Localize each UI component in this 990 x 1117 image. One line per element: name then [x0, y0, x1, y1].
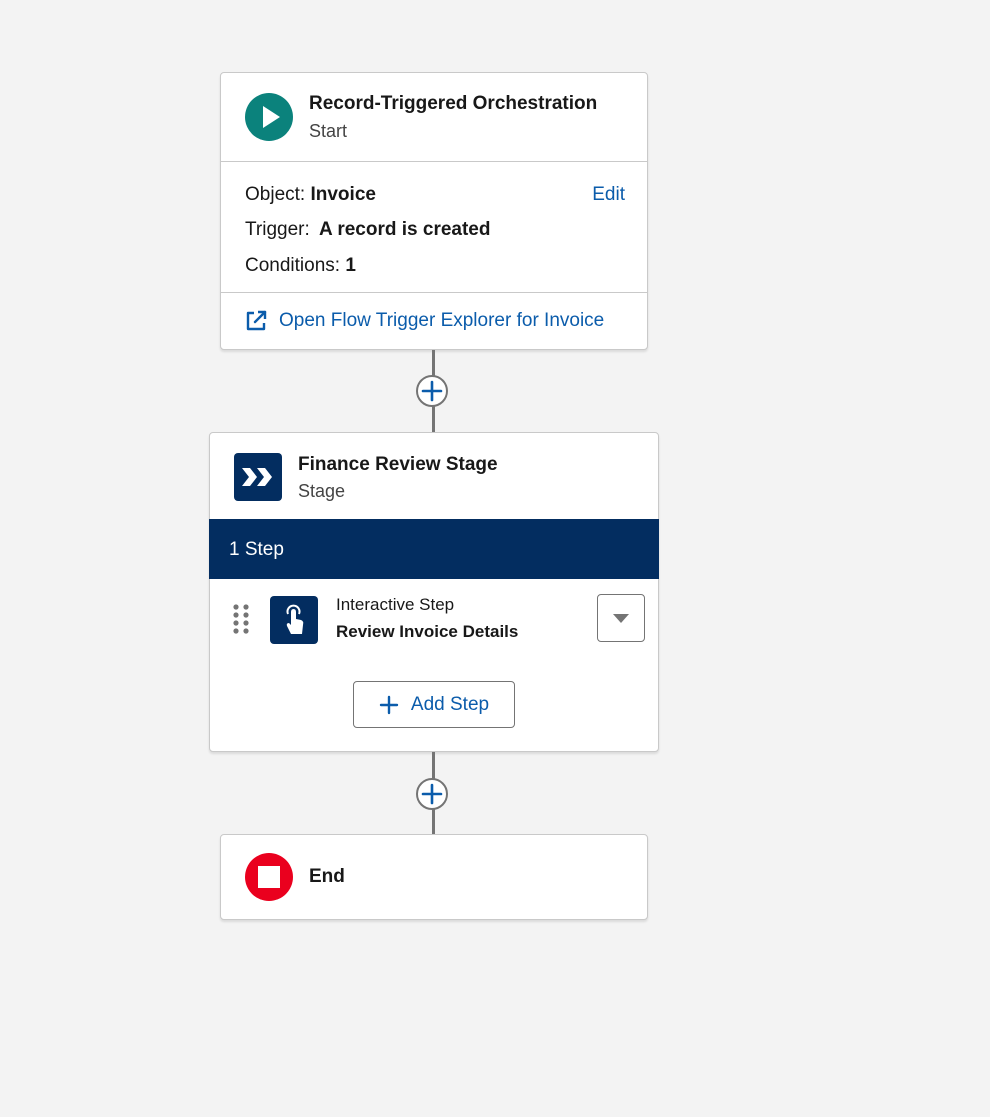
plus-icon: [421, 380, 443, 402]
start-card-subtitle: Start: [309, 121, 348, 141]
edit-link[interactable]: Edit: [592, 184, 625, 206]
touch-hand-icon: [270, 596, 318, 644]
chevron-down-icon: [613, 614, 629, 623]
add-step-button[interactable]: Add Step: [353, 681, 515, 728]
stage-subtitle: Stage: [298, 481, 346, 501]
add-element-button[interactable]: [416, 375, 448, 407]
stop-icon: [245, 853, 293, 901]
start-card-header: Record-Triggered Orchestration Start: [221, 73, 647, 162]
play-icon: [245, 93, 293, 141]
step-name: Review Invoice Details: [336, 622, 519, 641]
end-title: End: [309, 866, 345, 887]
start-card-title: Record-Triggered Orchestration: [309, 93, 598, 114]
trigger-label: Trigger:: [245, 219, 310, 240]
stage-element-card[interactable]: Finance Review Stage Stage 1 Step Intera…: [209, 432, 659, 752]
conditions-value: 1: [345, 255, 356, 276]
add-element-button[interactable]: [416, 778, 448, 810]
step-item[interactable]: Interactive Step Review Invoice Details: [210, 593, 658, 645]
add-step-label: Add Step: [410, 693, 490, 715]
object-value: Invoice: [310, 184, 376, 205]
end-element-card[interactable]: End: [220, 834, 648, 920]
step-actions-menu-button[interactable]: [597, 594, 645, 642]
plus-icon: [379, 695, 399, 714]
step-type: Interactive Step: [336, 595, 455, 614]
step-count-bar: 1 Step: [209, 519, 659, 579]
start-element-card[interactable]: Record-Triggered Orchestration Start Obj…: [220, 72, 648, 350]
explorer-link-label: Open Flow Trigger Explorer for Invoice: [279, 310, 605, 331]
plus-icon: [421, 783, 443, 805]
conditions-label: Conditions:: [245, 255, 341, 276]
start-card-footer: Open Flow Trigger Explorer for Invoice: [221, 292, 647, 349]
object-row: Object: Invoice: [245, 184, 376, 206]
object-label: Object:: [245, 184, 306, 205]
open-flow-trigger-explorer-link[interactable]: Open Flow Trigger Explorer for Invoice: [245, 307, 604, 335]
external-link-icon: [245, 310, 267, 332]
chevrons-right-icon: [234, 453, 282, 501]
trigger-value: A record is created: [319, 219, 491, 240]
trigger-row: Trigger: A record is created: [245, 219, 490, 241]
conditions-row: Conditions: 1: [245, 255, 356, 277]
stage-title: Finance Review Stage: [298, 454, 498, 475]
drag-handle-icon[interactable]: [232, 603, 250, 635]
step-count-label: 1 Step: [229, 539, 284, 560]
